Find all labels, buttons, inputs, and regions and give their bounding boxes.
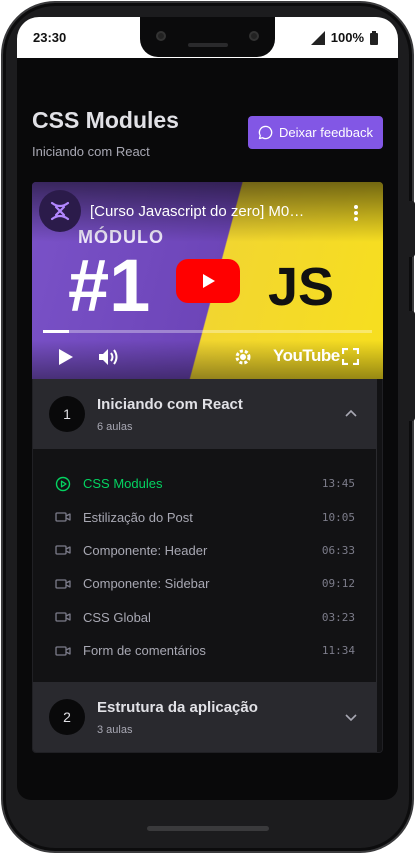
volume-button: [409, 201, 415, 257]
signal-icon: [310, 30, 325, 45]
lesson-item[interactable]: CSS Modules 13:45: [33, 467, 377, 500]
section-info: Estrutura da aplicação 3 aulas: [97, 699, 341, 736]
lesson-duration: 13:45: [321, 477, 355, 491]
lesson-item[interactable]: Componente: Sidebar 09:12: [33, 567, 377, 600]
lesson-duration: 10:05: [321, 510, 355, 524]
volume-icon[interactable]: [98, 348, 120, 366]
play-icon[interactable]: [58, 348, 74, 366]
section-lesson-count: 6 aulas: [97, 420, 133, 433]
lesson-item[interactable]: Componente: Header 06:33: [33, 534, 377, 567]
video-title[interactable]: [Curso Javascript do zero] M0…: [90, 203, 304, 220]
front-camera-icon: [156, 31, 166, 41]
chevron-down-icon[interactable]: [341, 707, 361, 727]
lesson-title: Estilização do Post: [83, 509, 193, 525]
chat-bubble-icon: [258, 125, 273, 140]
rocketseat-logo-icon: [50, 201, 70, 221]
sensor-icon: [249, 31, 259, 41]
feedback-label: Deixar feedback: [279, 125, 373, 140]
thumbnail-number: #1: [68, 244, 151, 327]
video-player[interactable]: MÓDULO #1 JS [Curso Javascript do zero] …: [32, 182, 383, 379]
home-indicator[interactable]: [147, 826, 269, 831]
video-camera-icon: [55, 545, 71, 556]
lesson-duration: 11:34: [321, 644, 355, 658]
lesson-item[interactable]: Form de comentários 11:34: [33, 634, 377, 667]
lesson-header: CSS Modules Iniciando com React Deixar f…: [32, 107, 383, 159]
video-controls: YouTube: [32, 340, 383, 379]
lesson-title: Componente: Sidebar: [83, 576, 210, 592]
course-playlist: 1 Iniciando com React 6 aulas CSS Module…: [32, 379, 383, 753]
screen: 23:30 100% CSS Modules Iniciando com Rea…: [17, 17, 398, 800]
battery-text: 100%: [330, 30, 364, 45]
video-progress-bar[interactable]: [43, 330, 372, 333]
play-triangle-icon: [203, 274, 215, 288]
battery-icon: [370, 30, 378, 45]
lesson-duration: 06:33: [321, 543, 355, 557]
section-number: 2: [49, 699, 85, 735]
lesson-title: Form de comentários: [83, 643, 206, 659]
video-progress-fill: [43, 330, 70, 333]
video-camera-icon: [55, 512, 71, 522]
lesson-item[interactable]: CSS Global 03:23: [33, 601, 377, 634]
lesson-title: CSS Global: [83, 609, 151, 625]
thumbnail-js-label: JS: [268, 257, 335, 317]
section-title: Estrutura da aplicação: [97, 698, 258, 716]
youtube-play-button[interactable]: [176, 259, 240, 303]
feedback-button[interactable]: Deixar feedback: [248, 116, 383, 149]
power-button: [409, 311, 415, 421]
fullscreen-icon[interactable]: [342, 348, 359, 365]
section-info: Iniciando com React 6 aulas: [97, 396, 341, 433]
section-number: 1: [49, 396, 85, 432]
channel-avatar[interactable]: [39, 190, 81, 232]
lesson-list: CSS Modules 13:45 Estilização do Post 10…: [33, 467, 377, 667]
lesson-duration: 09:12: [321, 577, 355, 591]
video-camera-icon: [55, 612, 71, 622]
status-indicators: 100%: [310, 30, 378, 45]
youtube-wordmark[interactable]: YouTube: [273, 346, 340, 366]
video-camera-icon: [55, 645, 71, 656]
lesson-title: Componente: Header: [83, 542, 208, 558]
section-lesson-count: 3 aulas: [97, 723, 133, 736]
play-circle-icon: [55, 476, 71, 491]
chevron-up-icon[interactable]: [341, 404, 361, 424]
more-vertical-icon[interactable]: [353, 204, 359, 222]
video-camera-icon: [55, 579, 71, 589]
camera-notch: [140, 17, 275, 57]
section-header[interactable]: 1 Iniciando com React 6 aulas: [33, 379, 377, 449]
speaker-grill: [188, 43, 228, 47]
lesson-item[interactable]: Estilização do Post 10:05: [33, 500, 377, 533]
status-time: 23:30: [33, 30, 67, 45]
lesson-duration: 03:23: [321, 610, 355, 624]
section-header[interactable]: 2 Estrutura da aplicação 3 aulas: [33, 682, 377, 752]
settings-gear-icon[interactable]: [234, 348, 252, 366]
lesson-title: CSS Modules: [83, 476, 163, 492]
section-title: Iniciando com React: [97, 395, 243, 413]
